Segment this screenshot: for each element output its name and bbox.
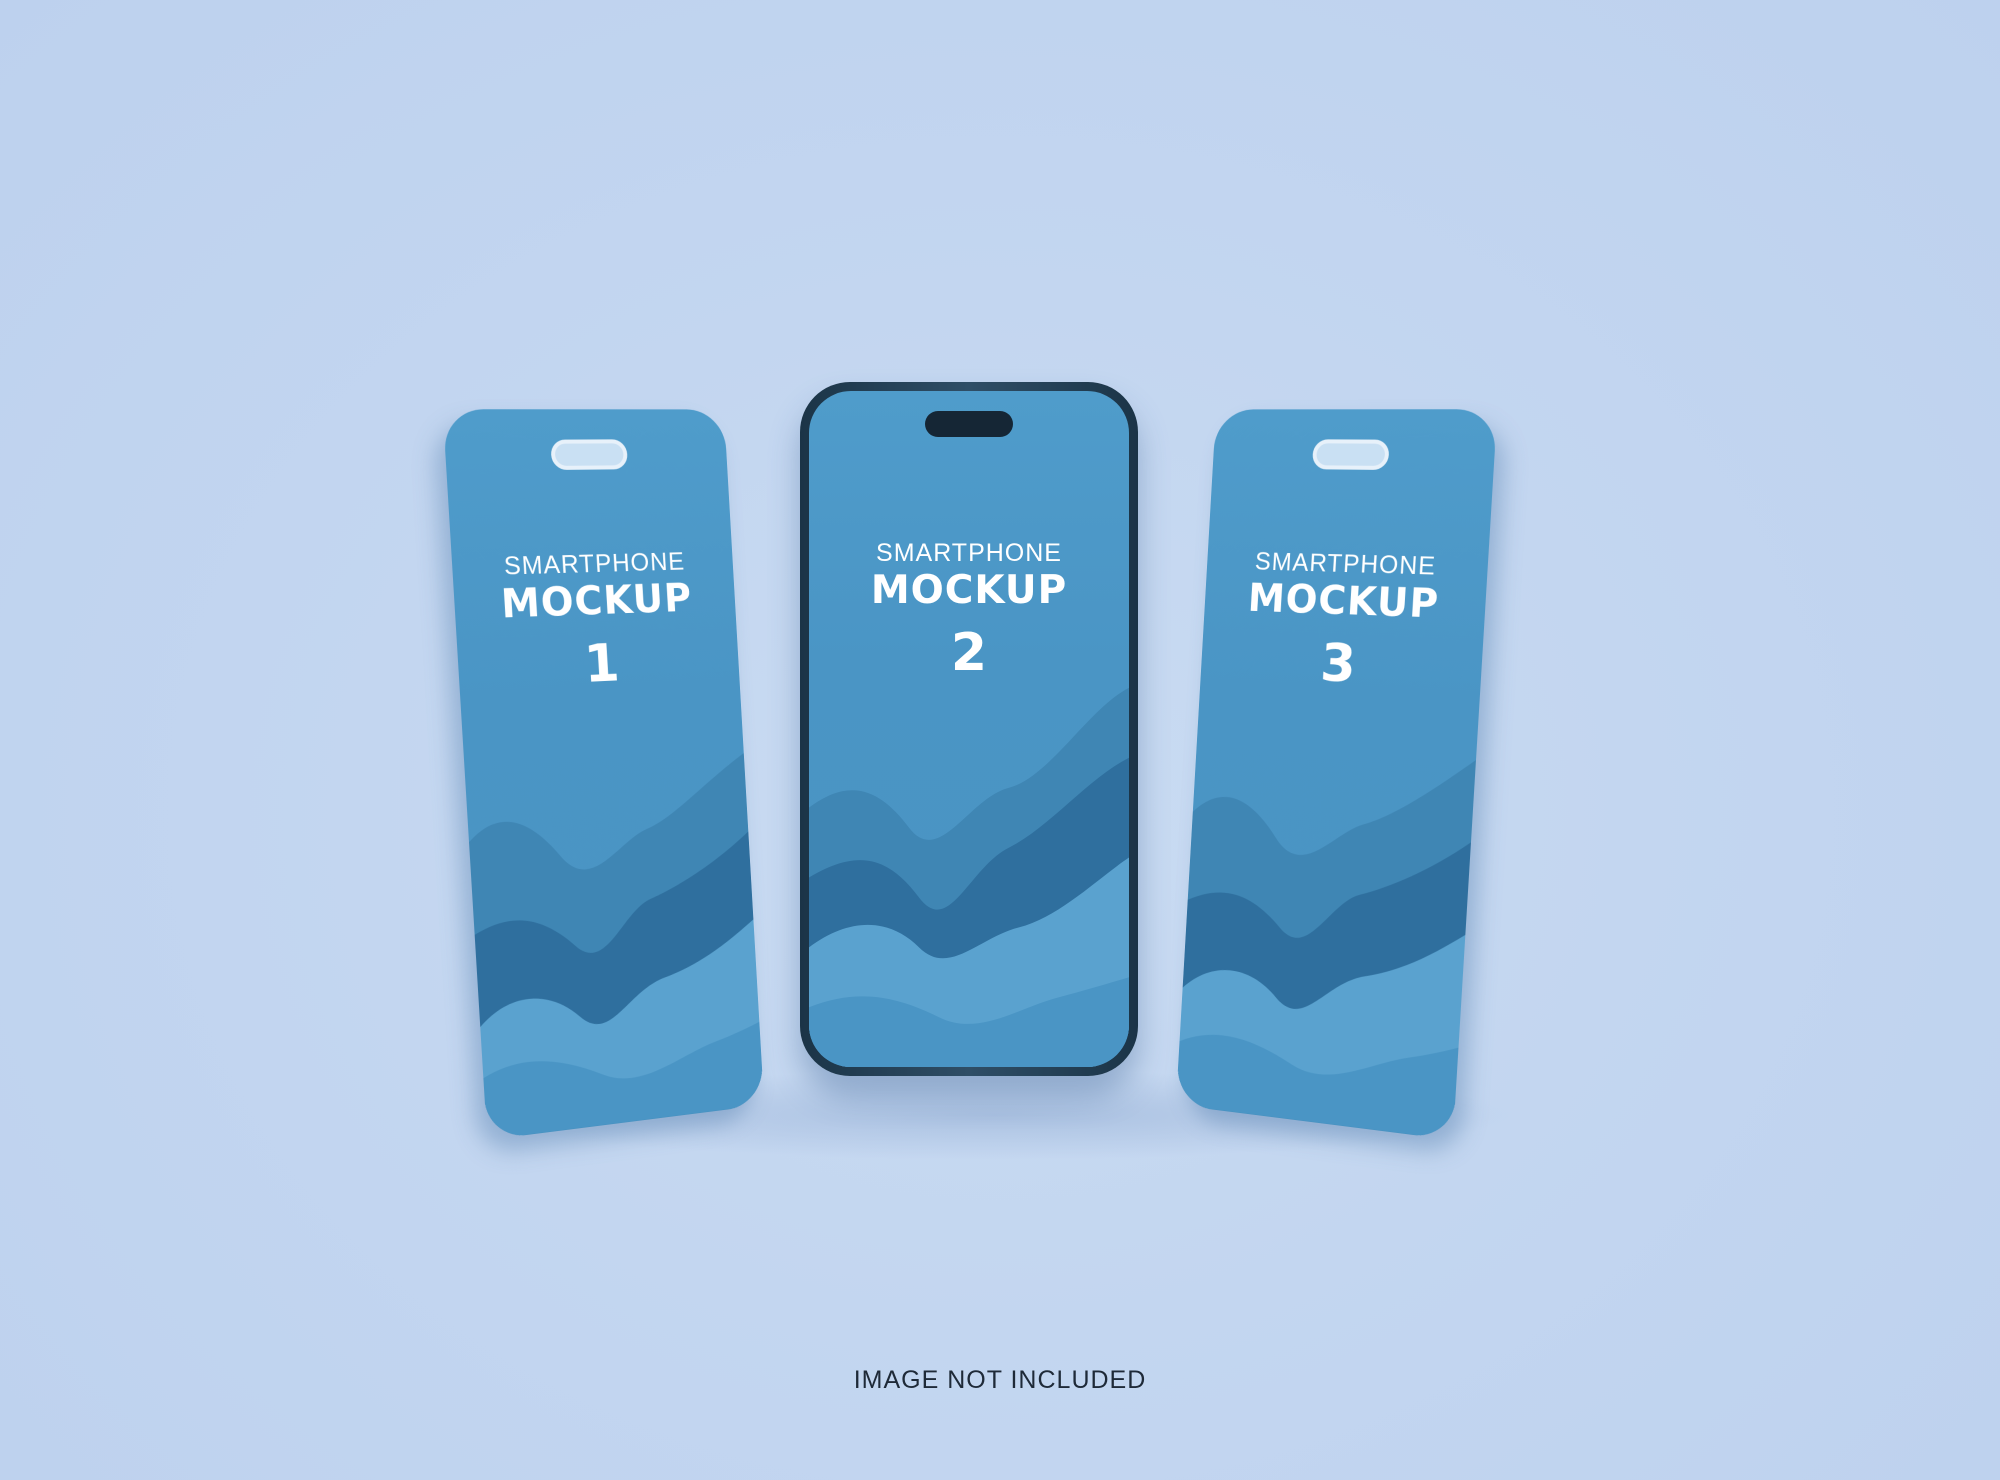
phone-mockup-left: SMARTPHONE MOCKUP 1	[442, 409, 765, 1140]
screen-title-big: MOCKUP	[870, 568, 1068, 613]
dynamic-island-cutout-right	[1311, 439, 1390, 471]
phone-mockup-right: SMARTPHONE MOCKUP 3	[1175, 409, 1498, 1140]
wave-pattern-right	[1175, 743, 1476, 1140]
dynamic-island-center	[925, 411, 1013, 437]
image-caption: IMAGE NOT INCLUDED	[853, 1366, 1147, 1394]
screen-title-small: SMARTPHONE	[876, 539, 1062, 567]
screen-title-big: MOCKUP	[1246, 576, 1441, 628]
screen-title-big: MOCKUP	[499, 576, 694, 628]
wave-pattern-left	[464, 753, 765, 1140]
phone-screen-left: SMARTPHONE MOCKUP 1	[442, 409, 765, 1140]
phone-screen-center: SMARTPHONE MOCKUP 2	[809, 391, 1129, 1067]
wave-pattern-center	[809, 687, 1129, 1067]
dynamic-island-cutout-left	[550, 439, 629, 471]
phone-mockup-center: SMARTPHONE MOCKUP 2	[800, 382, 1138, 1076]
phone-screen-right: SMARTPHONE MOCKUP 3	[1175, 409, 1498, 1140]
mockup-stage: SMARTPHONE MOCKUP 1 SMARTPHONE MOCKUP 2	[0, 0, 2000, 1480]
